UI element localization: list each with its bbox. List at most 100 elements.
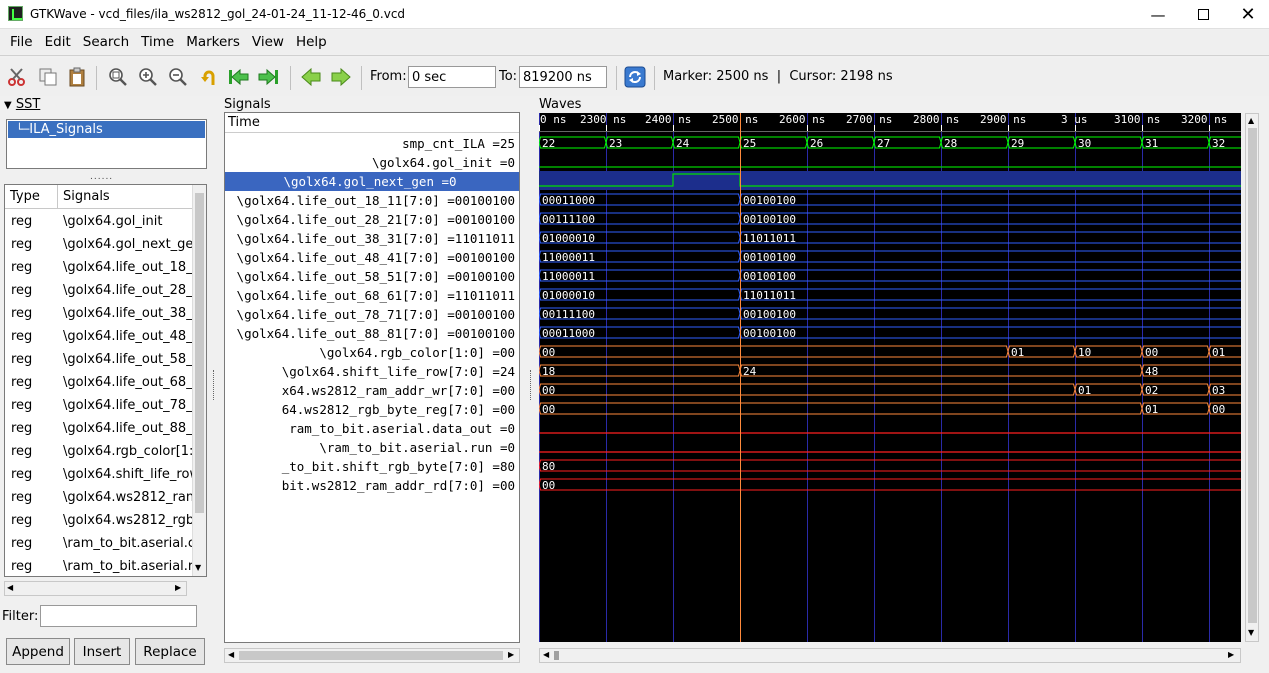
pane-splitter[interactable]	[530, 370, 533, 400]
menu-edit[interactable]: Edit	[39, 30, 77, 54]
scrollbar-thumb[interactable]	[554, 651, 559, 660]
signal-row[interactable]: \golx64.life_out_68_61[7:0] =11011011	[225, 286, 519, 305]
signal-row[interactable]: 64.ws2812_rgb_byte_reg[7:0] =00	[225, 400, 519, 419]
sst-tree[interactable]: └─ILA_Signals	[6, 119, 207, 169]
signal-row[interactable]: \golx64.life_out_78_71[7:0] =00100100	[225, 305, 519, 324]
zoom-to-end-icon[interactable]	[257, 66, 279, 88]
scrollbar-thumb[interactable]	[239, 651, 503, 660]
waveform-svg[interactable]: 0 ns 2300 ns 2400 ns 2500 ns 2600 ns 2700 ns 2…	[539, 113, 1241, 642]
toolbar-separator	[290, 66, 291, 90]
signal-row[interactable]: \golx64.life_out_58_51[7:0] =00100100	[225, 267, 519, 286]
signal-row[interactable]: smp_cnt_ILA =25	[225, 134, 519, 153]
signal-row[interactable]: bit.ws2812_ram_addr_rd[7:0] =00	[225, 476, 519, 495]
sst-signal-row[interactable]: reg \golx64.life_out_18_	[5, 256, 192, 279]
signal-row[interactable]: \golx64.life_out_28_21[7:0] =00100100	[225, 210, 519, 229]
sst-signal-row[interactable]: reg \golx64.life_out_48_	[5, 325, 192, 348]
undo-zoom-icon[interactable]	[198, 66, 220, 88]
bus-value-label: 31	[1145, 137, 1158, 150]
sst-vertical-scrollbar[interactable]: ▼	[192, 185, 206, 576]
signal-row[interactable]: \golx64.life_out_18_11[7:0] =00100100	[225, 191, 519, 210]
signal-row[interactable]: x64.ws2812_ram_addr_wr[7:0] =00	[225, 381, 519, 400]
scrollbar-thumb[interactable]	[1248, 128, 1257, 623]
append-button[interactable]: Append	[6, 638, 70, 665]
insert-button[interactable]: Insert	[74, 638, 130, 665]
reload-icon[interactable]	[624, 66, 646, 88]
menu-file[interactable]: File	[4, 30, 39, 54]
menu-markers[interactable]: Markers	[180, 30, 246, 54]
signal-row[interactable]: \golx64.life_out_38_31[7:0] =11011011	[225, 229, 519, 248]
shift-left-icon[interactable]	[300, 66, 322, 88]
menu-help[interactable]: Help	[290, 30, 333, 54]
copy-icon[interactable]	[37, 66, 59, 88]
cut-icon[interactable]	[6, 66, 28, 88]
menu-search[interactable]: Search	[77, 30, 135, 54]
signal-row[interactable]: \golx64.life_out_48_41[7:0] =00100100	[225, 248, 519, 267]
scroll-right-icon[interactable]: ▶	[508, 650, 514, 659]
scroll-up-icon[interactable]: ▲	[1248, 116, 1254, 125]
filter-input[interactable]	[40, 605, 197, 627]
signal-name: \golx64.life_out_18_	[63, 260, 192, 275]
sst-header[interactable]: ▼ SST	[4, 97, 40, 112]
minimize-icon[interactable]: —	[1135, 0, 1181, 29]
bus-value-label: 01000010	[542, 232, 595, 245]
signals-horizontal-scrollbar[interactable]: ◀ ▶	[224, 648, 520, 663]
bus-value-label: 00	[1212, 403, 1225, 416]
sst-signal-row[interactable]: reg \golx64.shift_life_row	[5, 463, 192, 486]
sst-signal-row[interactable]: reg \golx64.life_out_28_	[5, 279, 192, 302]
sst-signal-row[interactable]: reg \golx64.life_out_88_	[5, 417, 192, 440]
pane-splitter[interactable]	[213, 370, 216, 400]
paste-icon[interactable]	[66, 66, 88, 88]
zoom-to-start-icon[interactable]	[228, 66, 250, 88]
scroll-left-icon[interactable]: ◀	[543, 650, 549, 659]
maximize-icon[interactable]	[1180, 0, 1226, 29]
sst-signal-row[interactable]: reg \golx64.life_out_68_	[5, 371, 192, 394]
tree-item-ila-signals[interactable]: └─ILA_Signals	[8, 121, 205, 138]
signal-row[interactable]: ram_to_bit.aserial.data_out =0	[225, 419, 519, 438]
signal-row[interactable]: \golx64.shift_life_row[7:0] =24	[225, 362, 519, 381]
signal-row[interactable]: \golx64.life_out_88_81[7:0] =00100100	[225, 324, 519, 343]
bus-value-label: 01	[1212, 346, 1225, 359]
signal-row[interactable]: \golx64.gol_next_gen =0	[225, 172, 519, 191]
sst-signal-row[interactable]: reg \golx64.life_out_78_	[5, 394, 192, 417]
scroll-down-icon[interactable]: ▼	[1248, 628, 1254, 637]
bus-segment	[739, 269, 1241, 282]
scroll-left-icon[interactable]: ◀	[228, 650, 234, 659]
sst-signal-row[interactable]: reg \golx64.life_out_58_	[5, 348, 192, 371]
zoom-in-icon[interactable]	[137, 66, 159, 88]
signal-row[interactable]: \ram_to_bit.aserial.run =0	[225, 438, 519, 457]
type-column-header[interactable]: Type	[10, 185, 40, 209]
signal-row[interactable]: \golx64.rgb_color[1:0] =00	[225, 343, 519, 362]
to-time-input[interactable]	[519, 66, 607, 88]
sst-signal-row[interactable]: reg \golx64.gol_init	[5, 210, 192, 233]
replace-button[interactable]: Replace	[135, 638, 205, 665]
window-title: GTKWave - vcd_files/ila_ws2812_gol_24-01…	[30, 7, 406, 21]
scroll-right-icon[interactable]: ▶	[1228, 650, 1234, 659]
signals-column-header[interactable]: Signals	[63, 185, 110, 209]
scroll-left-icon[interactable]: ◀	[7, 583, 13, 592]
sst-signal-row[interactable]: reg \golx64.ws2812_rgb	[5, 509, 192, 532]
scroll-right-icon[interactable]: ▶	[175, 583, 181, 592]
sst-signal-row[interactable]: reg \golx64.life_out_38_	[5, 302, 192, 325]
sst-signal-row[interactable]: reg \golx64.gol_next_ge	[5, 233, 192, 256]
sst-signal-row[interactable]: reg \golx64.ws2812_ran	[5, 486, 192, 509]
from-time-input[interactable]	[408, 66, 496, 88]
menu-time[interactable]: Time	[135, 30, 180, 54]
zoom-out-icon[interactable]	[167, 66, 189, 88]
signal-row[interactable]: \golx64.gol_init =0	[225, 153, 519, 172]
sst-signal-row[interactable]: reg \ram_to_bit.aserial.r	[5, 555, 192, 576]
wave-display[interactable]: 0 ns 2300 ns 2400 ns 2500 ns 2600 ns 2700 ns 2…	[539, 113, 1241, 642]
close-icon[interactable]: ✕	[1225, 0, 1269, 29]
sst-horizontal-scrollbar[interactable]: ◀ ▶	[4, 581, 187, 596]
scrollbar-thumb[interactable]	[195, 193, 204, 513]
signal-row[interactable]: _to_bit.shift_rgb_byte[7:0] =80	[225, 457, 519, 476]
zoom-fit-icon[interactable]	[107, 66, 129, 88]
scroll-down-icon[interactable]: ▼	[195, 563, 201, 572]
sst-signal-row[interactable]: reg \golx64.rgb_color[1:	[5, 440, 192, 463]
waves-vertical-scrollbar[interactable]: ▲ ▼	[1245, 113, 1259, 642]
waves-horizontal-scrollbar[interactable]: ◀ ▶	[539, 648, 1241, 663]
sst-signal-row[interactable]: reg \ram_to_bit.aserial.c	[5, 532, 192, 555]
menu-view[interactable]: View	[246, 30, 290, 54]
bus-segment	[539, 364, 741, 377]
shift-right-icon[interactable]	[330, 66, 352, 88]
pane-grip[interactable]: ......	[90, 172, 113, 182]
